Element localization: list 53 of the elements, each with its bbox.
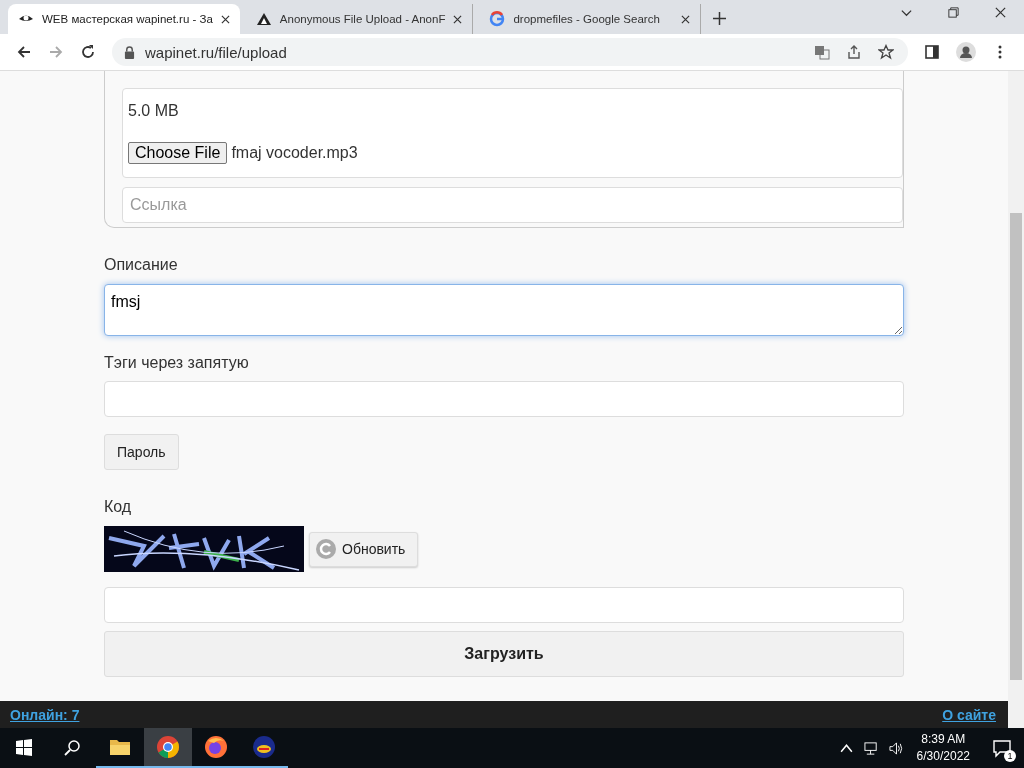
restore-icon[interactable] [947, 6, 960, 19]
taskbar-app[interactable] [144, 728, 192, 768]
refresh-icon [316, 539, 336, 559]
about-link[interactable]: О сайте [942, 706, 996, 723]
profile-icon[interactable] [956, 42, 976, 62]
description-field[interactable]: fmsj [104, 284, 904, 336]
link-field[interactable]: Ссылка [122, 187, 903, 223]
code-field[interactable] [104, 587, 904, 623]
search-icon[interactable] [62, 738, 82, 758]
file-name-text: fmaj vocoder.mp3 [231, 144, 358, 162]
browser-tab[interactable]: WEB мастерская wapinet.ru - За [8, 4, 240, 34]
share-icon[interactable] [846, 44, 862, 60]
tab-title: Anonymous File Upload - AnonF [279, 13, 446, 25]
new-tab-icon[interactable] [713, 12, 727, 25]
globe-icon [252, 735, 276, 759]
notification-badge: 1 [1004, 750, 1016, 762]
triangle-icon [255, 11, 272, 27]
lock-icon [124, 45, 135, 59]
file-size-text: 5.0 MB [128, 102, 180, 120]
tags-label: Тэги через запятую [104, 354, 250, 372]
password-button[interactable]: Пароль [104, 434, 179, 470]
close-icon[interactable] [681, 14, 691, 24]
clock-date[interactable]: 6/30/2022 [916, 748, 970, 765]
chrome-icon [156, 735, 180, 759]
scrollbar-thumb[interactable] [1010, 213, 1022, 680]
online-link[interactable]: Онлайн: 7 [10, 706, 80, 723]
notification-icon [992, 738, 1012, 758]
reload-icon[interactable] [80, 44, 96, 60]
translate-icon[interactable] [814, 44, 830, 60]
description-label: Описание [104, 256, 179, 274]
close-icon[interactable] [220, 14, 230, 24]
captcha-label: Код [104, 498, 133, 516]
clock-time[interactable]: 8:39 AM [921, 731, 966, 748]
windows-start-icon[interactable] [14, 738, 34, 758]
network-icon[interactable] [863, 740, 879, 756]
scrollbar[interactable] [1008, 71, 1024, 728]
address-field[interactable]: wapinet.ru/file/upload [112, 38, 908, 66]
tab-title: WEB мастерская wapinet.ru - За [42, 13, 213, 25]
back-icon[interactable] [16, 44, 32, 60]
tags-field[interactable] [104, 381, 904, 417]
star-icon[interactable] [878, 44, 894, 60]
tab-title: dropmefiles - Google Search [513, 13, 661, 25]
volume-icon[interactable] [888, 740, 904, 756]
firefox-icon [204, 735, 228, 759]
refresh-button[interactable]: Обновить [309, 531, 419, 567]
upload-button[interactable]: Загрузить [104, 631, 904, 677]
sidebar-icon[interactable] [924, 44, 940, 60]
url-text: wapinet.ru/file/upload [145, 43, 287, 61]
close-icon[interactable] [994, 6, 1007, 19]
google-icon [489, 11, 506, 27]
choose-file-button[interactable]: Choose File [128, 142, 228, 164]
close-icon[interactable] [453, 14, 463, 24]
notification-button[interactable]: 1 [980, 728, 1024, 768]
